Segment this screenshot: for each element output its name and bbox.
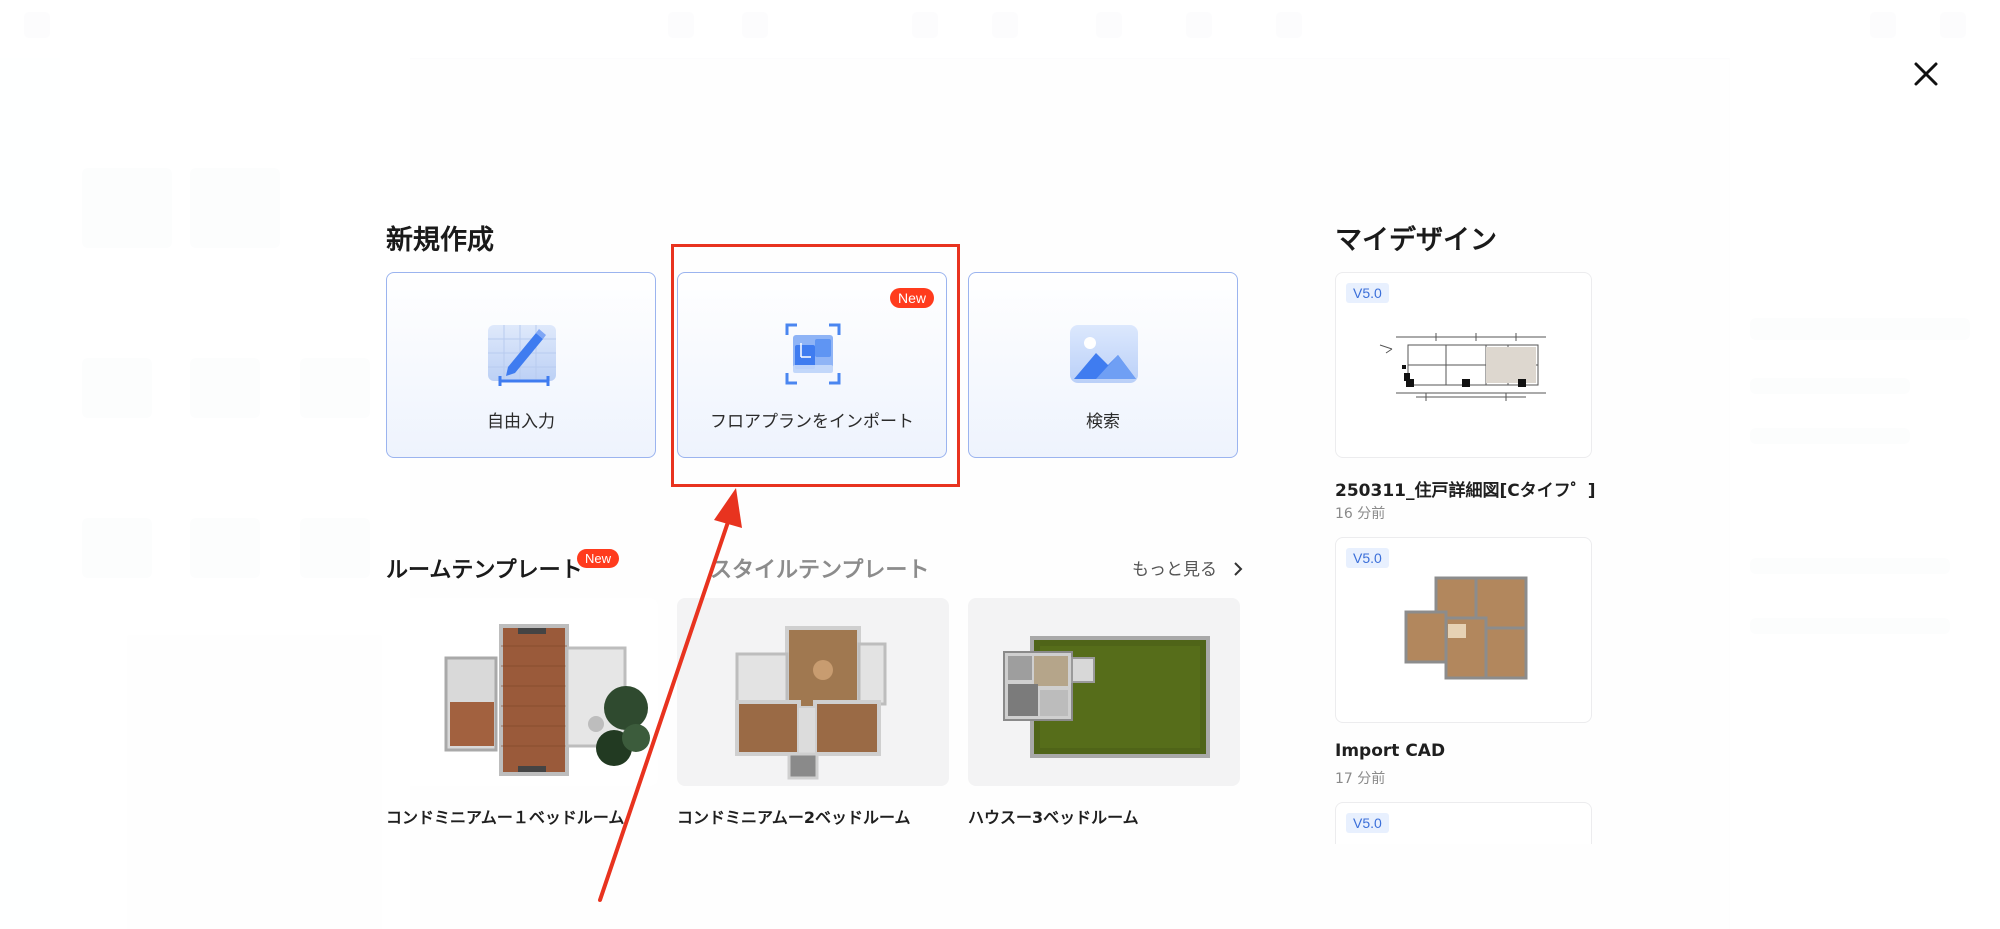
search-label: 検索 <box>1086 412 1120 432</box>
design-time: 16 分前 <box>1335 506 1386 522</box>
version-badge: V5.0 <box>1346 813 1389 833</box>
free-input-card[interactable]: 自由入力 <box>386 272 656 458</box>
more-link[interactable]: もっと見る <box>1132 555 1244 580</box>
design-card[interactable]: V5.0 <box>1335 537 1592 723</box>
template-name: コンドミニアムー2ベッドルーム <box>677 808 911 827</box>
floorplan-3d-thumbnail <box>1003 636 1210 758</box>
close-icon <box>1914 62 1938 86</box>
chevron-right-icon <box>1234 562 1243 576</box>
floorplan-3d-thumbnail <box>444 624 650 776</box>
design-time: 17 分前 <box>1335 771 1386 787</box>
my-design-title: マイデザイン <box>1335 225 1497 256</box>
cad-drawing-thumbnail <box>1379 333 1546 401</box>
template-name: ハウスー3ベッドルーム <box>968 808 1139 827</box>
floorplan-3d-thumbnail <box>735 626 887 780</box>
template-card-3bed-house[interactable] <box>968 598 1240 786</box>
design-name: Import CAD <box>1335 741 1446 761</box>
free-input-label: 自由入力 <box>487 412 555 432</box>
design-card[interactable]: V5.0 <box>1335 802 1592 844</box>
template-name: コンドミニアムー１ベッドルーム <box>386 808 625 827</box>
template-card-2bed[interactable] <box>677 598 949 786</box>
annotation-arrow <box>598 488 742 902</box>
room-template-new-badge: New <box>577 549 620 568</box>
pencil-ruler-icon <box>488 325 556 386</box>
more-link-label: もっと見る <box>1132 560 1217 580</box>
tab-room-template[interactable]: ルームテンプレート <box>386 552 583 584</box>
highlight-annotation-box <box>671 244 960 487</box>
floorplan-thumbnail <box>1404 576 1528 680</box>
image-mountain-icon <box>1070 325 1138 383</box>
close-button[interactable] <box>1906 54 1946 94</box>
new-section-title: 新規作成 <box>386 225 494 256</box>
template-card-1bed[interactable] <box>386 598 658 786</box>
search-card[interactable]: 検索 <box>968 272 1238 458</box>
design-name: 250311_住戸詳細図[Cタイフ゜] <box>1335 481 1596 501</box>
tab-style-template[interactable]: スタイルテンプレート <box>710 552 929 584</box>
design-card[interactable]: V5.0 <box>1335 272 1592 458</box>
new-design-modal: 新規作成 自由入力 New フロアプランをインポート 検索 ルームテンプレート … <box>0 0 2000 929</box>
